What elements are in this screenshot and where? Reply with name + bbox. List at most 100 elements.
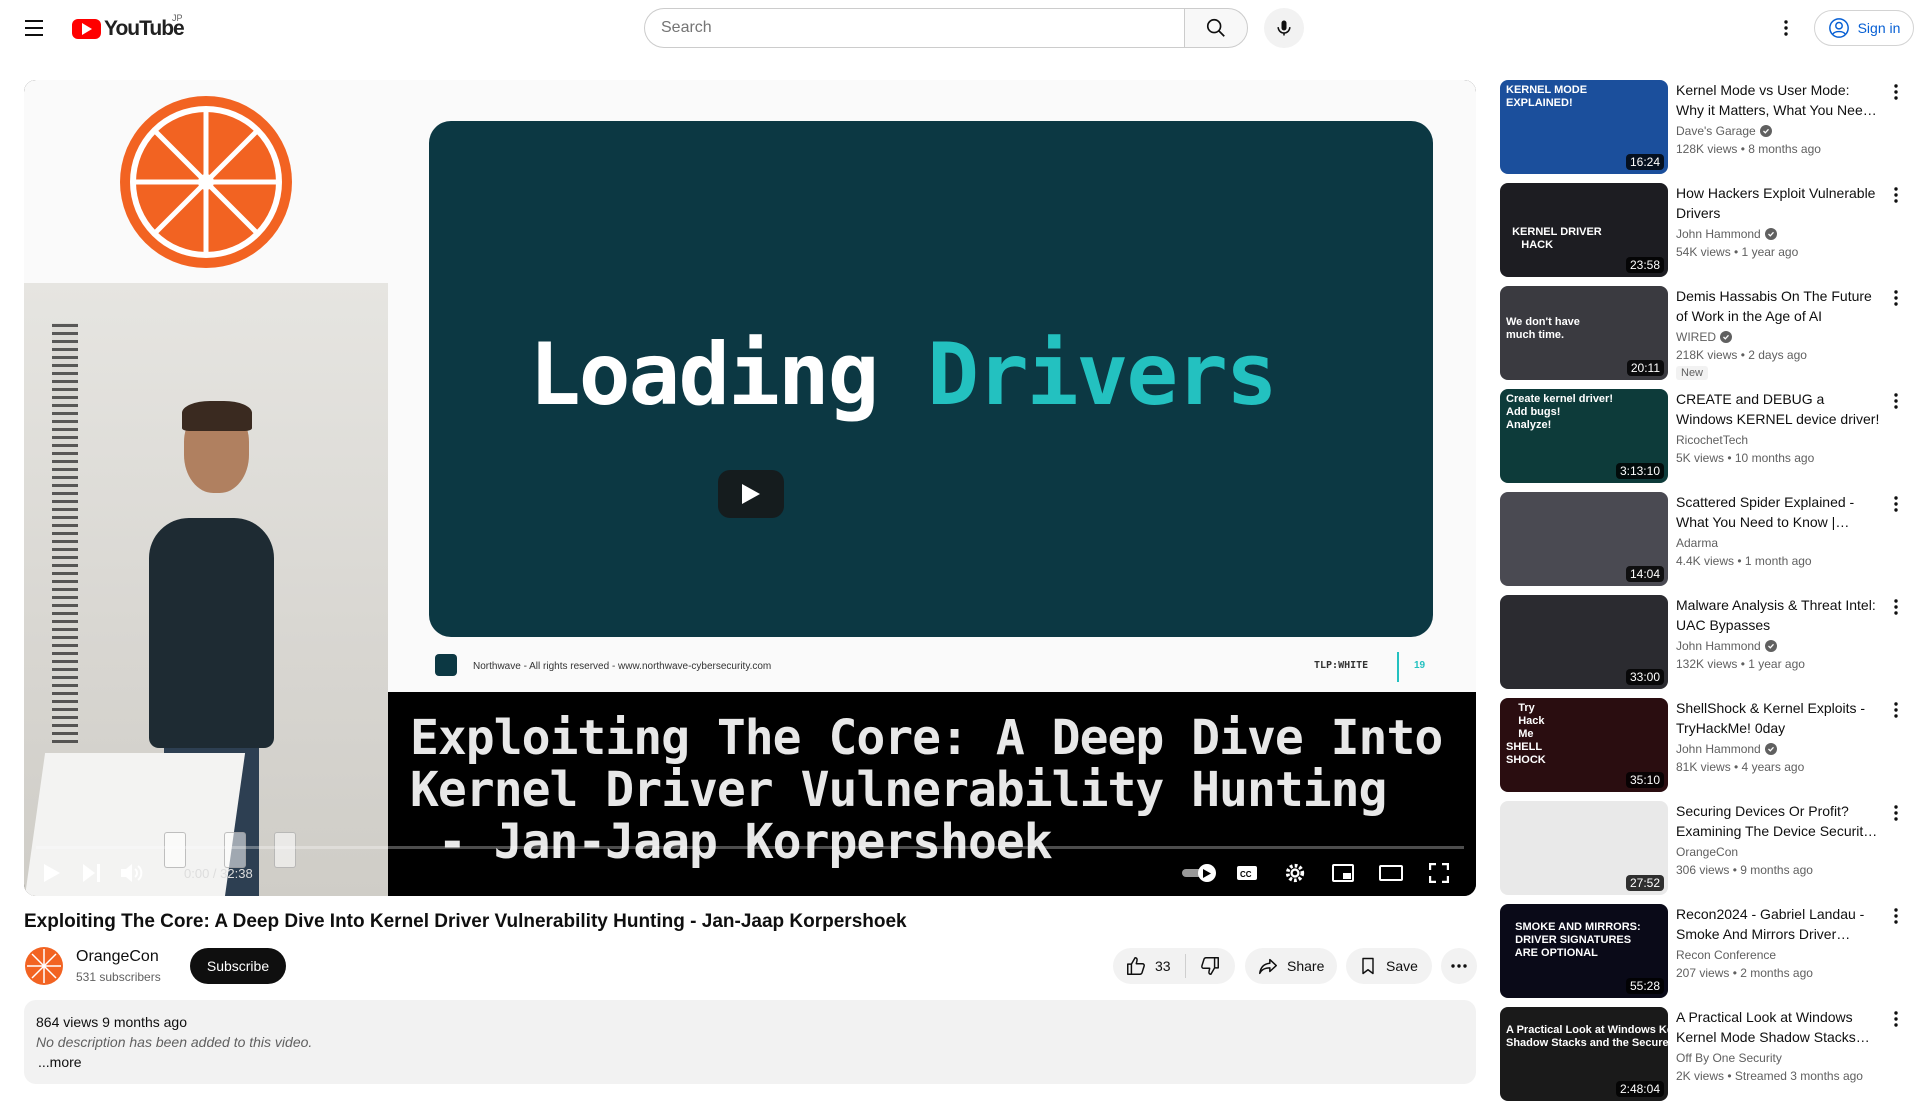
save-button[interactable]: Save: [1346, 948, 1432, 984]
recommendation-item[interactable]: We don't have much time. 20:11 Demis Hassa…: [1500, 286, 1912, 380]
fullscreen-button[interactable]: [1419, 850, 1459, 896]
recommendation-channel[interactable]: Off By One Security: [1676, 1051, 1782, 1065]
recommendation-title[interactable]: How Hackers Exploit Vulnerable Drivers: [1676, 183, 1880, 223]
action-menu-icon[interactable]: [1886, 389, 1906, 413]
menu-icon[interactable]: [20, 14, 48, 42]
recommendation-channel[interactable]: Dave's Garage: [1676, 124, 1772, 138]
sign-in-button[interactable]: Sign in: [1814, 10, 1914, 46]
recommendation-title[interactable]: ShellShock & Kernel Exploits - TryHackMe…: [1676, 698, 1880, 738]
recommendation-item[interactable]: Create kernel driver! Add bugs! Analyze!…: [1500, 389, 1912, 483]
video-duration: 3:13:10: [1615, 463, 1664, 479]
action-menu-icon[interactable]: [1886, 801, 1906, 825]
channel-name: WIRED: [1676, 330, 1716, 344]
recommendation-channel[interactable]: RicochetTech: [1676, 433, 1748, 447]
next-button[interactable]: [72, 850, 112, 896]
recommendation-channel[interactable]: John Hammond: [1676, 742, 1777, 756]
recommendation-title[interactable]: CREATE and DEBUG a Windows KERNEL device…: [1676, 389, 1880, 429]
video-thumbnail[interactable]: A Practical Look at Windows Kernel Mode …: [1500, 1007, 1668, 1101]
recommendation-item[interactable]: 14:04 Scattered Spider Explained - What Y…: [1500, 492, 1912, 586]
action-menu-icon[interactable]: [1886, 286, 1906, 310]
action-menu-icon[interactable]: [1886, 904, 1906, 928]
time-display: 0:00 / 32:38: [184, 866, 253, 881]
settings-more-icon[interactable]: [1772, 14, 1800, 42]
progress-bar[interactable]: [36, 846, 1464, 849]
autoplay-toggle[interactable]: [1180, 862, 1220, 884]
action-menu-icon[interactable]: [1886, 1007, 1906, 1031]
play-button[interactable]: [32, 850, 72, 896]
more-horizontal-icon: [1451, 964, 1467, 968]
video-thumbnail[interactable]: KERNEL MODE EXPLAINED! 16:24: [1500, 80, 1668, 174]
recommendation-channel[interactable]: OrangeCon: [1676, 845, 1738, 859]
recommendation-channel[interactable]: Recon Conference: [1676, 948, 1776, 962]
recommendation-title[interactable]: Recon2024 - Gabriel Landau - Smoke And M…: [1676, 904, 1880, 944]
recommendation-title[interactable]: Securing Devices Or Profit? Examining Th…: [1676, 801, 1880, 841]
subtitles-button[interactable]: CC: [1227, 850, 1267, 896]
recommendation-title[interactable]: A Practical Look at Windows Kernel Mode …: [1676, 1007, 1880, 1047]
action-menu-icon[interactable]: [1886, 183, 1906, 207]
recommendation-item[interactable]: KERNEL MODE EXPLAINED! 16:24 Kernel Mode v…: [1500, 80, 1912, 174]
channel-avatar[interactable]: [24, 946, 64, 986]
recommendation-title[interactable]: Demis Hassabis On The Future of Work in …: [1676, 286, 1880, 326]
video-player[interactable]: Loading Drivers Northwave - All rights r…: [24, 80, 1476, 896]
mute-button[interactable]: [112, 850, 152, 896]
recommendation-title[interactable]: Malware Analysis & Threat Intel: UAC Byp…: [1676, 595, 1880, 635]
recommendation-item[interactable]: Try Hack Me SHELL SHOCK 35:10 ShellShock &…: [1500, 698, 1912, 792]
show-more-button[interactable]: ...more: [38, 1054, 82, 1070]
channel-name: Off By One Security: [1676, 1051, 1782, 1065]
recommendation-item[interactable]: A Practical Look at Windows Kernel Mode …: [1500, 1007, 1912, 1101]
video-duration: 23:58: [1625, 257, 1664, 273]
video-thumbnail[interactable]: SMOKE AND MIRRORS: DRIVER SIGNATURES ARE…: [1500, 904, 1668, 998]
like-button[interactable]: 33: [1113, 948, 1185, 984]
action-menu-icon[interactable]: [1886, 492, 1906, 516]
action-menu-icon[interactable]: [1886, 698, 1906, 722]
verified-check-icon: [1764, 228, 1777, 240]
view-count-date: 864 views 9 months ago: [36, 1014, 187, 1030]
video-thumbnail[interactable]: 33:00: [1500, 595, 1668, 689]
slide-title-white: Loading: [529, 325, 879, 425]
recommendation-channel[interactable]: WIRED: [1676, 330, 1732, 344]
recommendation-channel[interactable]: John Hammond: [1676, 639, 1777, 653]
country-code: JP: [172, 13, 183, 23]
orangecon-avatar-icon: [25, 947, 63, 985]
microphone-icon: [1277, 20, 1291, 36]
recommendation-channel[interactable]: John Hammond: [1676, 227, 1777, 241]
recommendation-item[interactable]: 27:52 Securing Devices Or Profit? Examini…: [1500, 801, 1912, 895]
video-thumbnail[interactable]: Try Hack Me SHELL SHOCK 35:10: [1500, 698, 1668, 792]
settings-button[interactable]: [1275, 850, 1315, 896]
subscribe-button[interactable]: Subscribe: [190, 948, 286, 984]
video-duration: 27:52: [1625, 875, 1664, 891]
theater-mode-icon: [1379, 865, 1403, 881]
dislike-button[interactable]: [1186, 948, 1234, 984]
slide-title-accent: Drivers: [927, 325, 1277, 425]
slide-divider: [1397, 652, 1399, 682]
description-box[interactable]: 864 views 9 months ago No description ha…: [24, 1000, 1476, 1084]
recommendation-meta: 2K views • Streamed 3 months ago: [1676, 1069, 1863, 1083]
sign-in-label: Sign in: [1857, 20, 1901, 36]
share-button[interactable]: Share: [1245, 948, 1337, 984]
large-play-button[interactable]: [718, 470, 784, 518]
miniplayer-button[interactable]: [1323, 850, 1363, 896]
channel-name[interactable]: OrangeCon: [76, 948, 159, 966]
video-thumbnail[interactable]: 14:04: [1500, 492, 1668, 586]
voice-search-button[interactable]: [1264, 8, 1304, 48]
recommendation-item[interactable]: KERNEL DRIVER HACK 23:58 How Hackers Explo…: [1500, 183, 1912, 277]
search-icon: [1206, 18, 1225, 37]
video-thumbnail[interactable]: We don't have much time. 20:11: [1500, 286, 1668, 380]
video-thumbnail[interactable]: KERNEL DRIVER HACK 23:58: [1500, 183, 1668, 277]
search-button[interactable]: [1184, 8, 1248, 48]
action-menu-icon[interactable]: [1886, 80, 1906, 104]
recommendation-title[interactable]: Scattered Spider Explained - What You Ne…: [1676, 492, 1880, 532]
video-thumbnail[interactable]: 27:52: [1500, 801, 1668, 895]
theater-mode-button[interactable]: [1371, 850, 1411, 896]
youtube-logo[interactable]: YouTube JP: [72, 13, 185, 41]
video-thumbnail[interactable]: Create kernel driver! Add bugs! Analyze!…: [1500, 389, 1668, 483]
recommendation-meta: 132K views • 1 year ago: [1676, 657, 1805, 671]
recommendation-channel[interactable]: Adarma: [1676, 536, 1718, 550]
recommendation-item[interactable]: 33:00 Malware Analysis & Threat Intel: UA…: [1500, 595, 1912, 689]
more-actions-button[interactable]: [1441, 948, 1477, 984]
recommendation-title[interactable]: Kernel Mode vs User Mode: Why it Matters…: [1676, 80, 1880, 120]
search-input[interactable]: [644, 8, 1184, 48]
recommendation-item[interactable]: SMOKE AND MIRRORS: DRIVER SIGNATURES ARE…: [1500, 904, 1912, 998]
bookmark-icon: [1362, 957, 1374, 975]
action-menu-icon[interactable]: [1886, 595, 1906, 619]
